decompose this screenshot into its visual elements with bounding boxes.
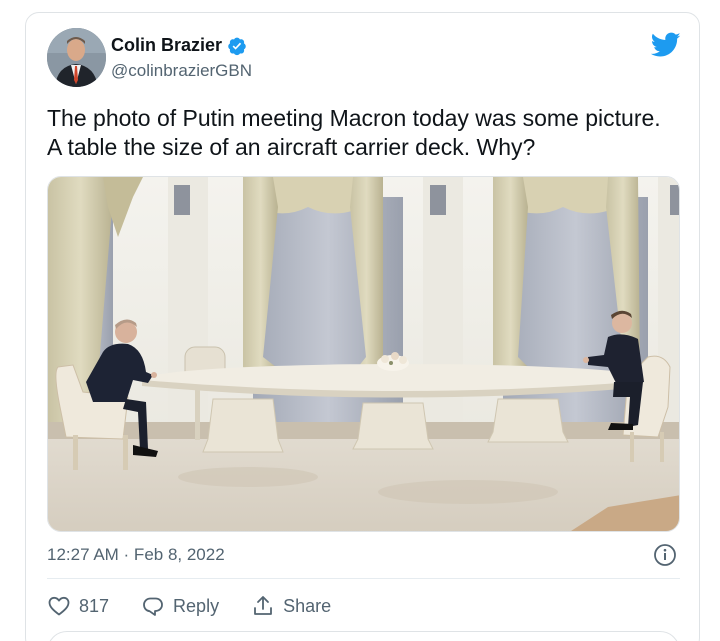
heart-icon [48,596,70,616]
verified-badge-icon [228,37,246,55]
share-label: Share [283,595,332,616]
author-name[interactable]: Colin Brazier [111,35,222,56]
author-avatar[interactable] [47,28,106,87]
tweet-timestamp[interactable]: 12:27 AM · Feb 8, 2022 [47,545,225,565]
tweet-actions: 817 Reply Share [47,591,363,621]
tweet-card: Colin Brazier @colinbrazierGBN The photo… [25,12,700,641]
author-handle[interactable]: @colinbrazierGBN [111,61,252,81]
like-button[interactable]: 817 [47,594,109,618]
reply-button[interactable]: Reply [141,594,219,618]
speech-bubble-icon [143,597,163,616]
reply-composer[interactable] [47,631,680,641]
share-upload-icon [254,596,272,615]
reply-label: Reply [173,595,220,616]
share-button[interactable]: Share [251,594,331,618]
info-icon[interactable] [653,543,677,567]
tweet-text: The photo of Putin meeting Macron today … [47,105,661,160]
divider [47,578,680,579]
twitter-bird-icon[interactable] [651,32,681,58]
tweet-photo[interactable] [47,176,680,532]
like-count: 817 [79,595,110,616]
